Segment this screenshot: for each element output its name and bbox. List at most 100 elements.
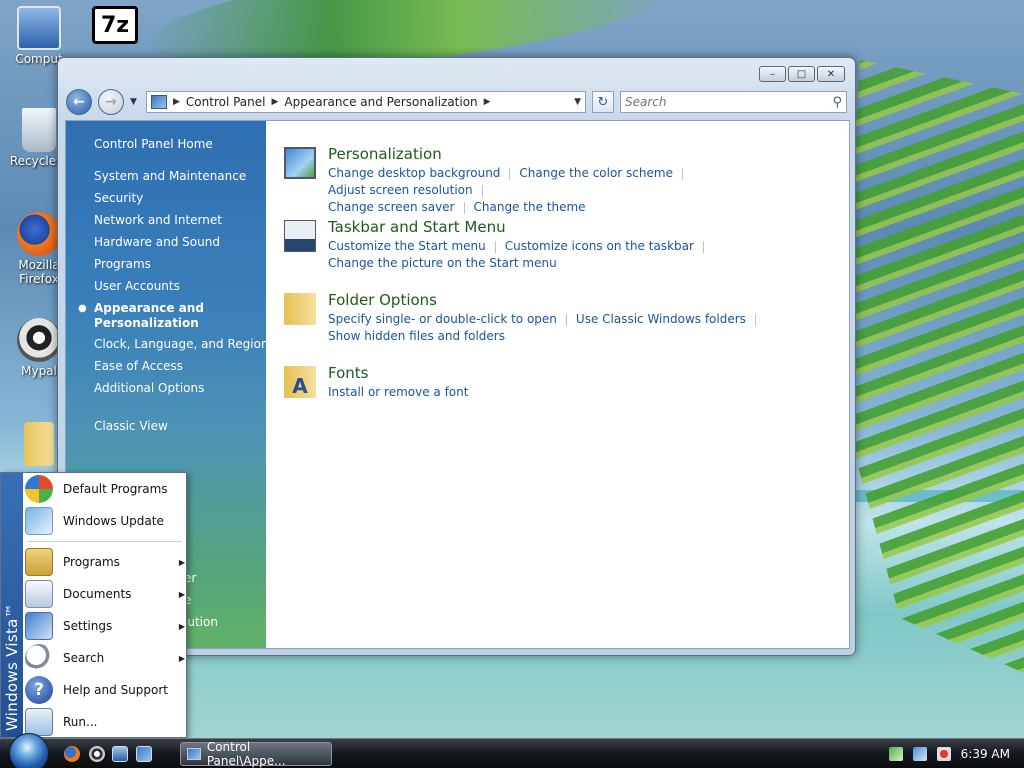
programs-icon (25, 548, 53, 576)
maximize-button[interactable]: □ (788, 66, 815, 82)
desktop-icon-label: Comput (15, 52, 63, 66)
fonts-icon: A (284, 366, 316, 398)
tray-volume-muted-icon[interactable] (936, 747, 951, 761)
start-item-windows-update[interactable]: Windows Update (25, 506, 185, 536)
start-item-run[interactable]: Run... (25, 707, 185, 737)
firefox-icon (17, 212, 61, 256)
control-panel-home-link[interactable]: Control Panel Home (94, 137, 213, 151)
quicklaunch-mypal-icon[interactable] (89, 746, 105, 762)
start-item-default-programs[interactable]: Default Programs (25, 474, 185, 504)
sidebar-item-appearance[interactable]: Appearance and Personalization (94, 301, 214, 331)
sidebar-item-hardware[interactable]: Hardware and Sound (94, 235, 220, 249)
window-controls: – □ ✕ (759, 66, 845, 82)
category-title[interactable]: Personalization (328, 145, 442, 163)
search-box: ⚲ (620, 91, 847, 113)
category-links: Specify single- or double-click to open U… (328, 311, 828, 345)
task-link[interactable]: Change the picture on the Start menu (328, 256, 557, 270)
task-link[interactable]: Use Classic Windows folders (576, 312, 746, 326)
sidebar-item-network[interactable]: Network and Internet (94, 213, 222, 227)
navigation-bar: ← → ▼ ▶ Control Panel ▶ Appearance and P… (66, 89, 847, 115)
taskbar: Control Panel\Appe... 6:39 AM (0, 733, 1024, 768)
task-link[interactable]: Show hidden files and folders (328, 329, 505, 343)
sidebar-item-system[interactable]: System and Maintenance (94, 169, 246, 183)
active-bullet-icon: ● (78, 303, 87, 314)
taskbar-button-control-panel[interactable]: Control Panel\Appe... (180, 740, 332, 768)
chevron-right-icon[interactable]: ▶ (484, 97, 491, 107)
task-link[interactable]: Install or remove a font (328, 385, 468, 399)
category-links: Customize the Start menu Customize icons … (328, 238, 828, 272)
chevron-right-icon[interactable]: ▶ (272, 97, 279, 107)
control-panel-icon (151, 95, 167, 109)
task-link[interactable]: Change the theme (474, 200, 586, 214)
search-icon (25, 644, 53, 672)
category-title[interactable]: Fonts (328, 364, 368, 382)
quicklaunch-firefox-icon[interactable] (64, 746, 80, 762)
quicklaunch-window-switcher-icon[interactable] (136, 746, 152, 762)
submenu-arrow-icon: ▶ (178, 653, 185, 663)
folder-icon (24, 422, 54, 466)
breadcrumb-appearance[interactable]: Appearance and Personalization (284, 95, 477, 109)
category-list: Personalization Change desktop backgroun… (266, 121, 849, 648)
search-input[interactable] (625, 95, 833, 109)
category-links: Change desktop background Change the colo… (328, 165, 828, 216)
task-link[interactable]: Customize icons on the taskbar (505, 239, 694, 253)
control-panel-icon (187, 748, 201, 760)
forward-button[interactable]: → (98, 89, 124, 115)
search-icon[interactable]: ⚲ (832, 95, 842, 110)
close-button[interactable]: ✕ (817, 66, 845, 82)
start-item-documents[interactable]: Documents ▶ (25, 579, 185, 609)
settings-icon (25, 612, 53, 640)
taskbar-icon (284, 220, 316, 252)
clock[interactable]: 6:39 AM (961, 747, 1010, 761)
desktop-icon-label: Mypal (21, 364, 57, 378)
recent-pages-dropdown[interactable]: ▼ (130, 97, 140, 107)
recycle-bin-icon (22, 108, 56, 152)
quicklaunch-desktop-icon[interactable] (112, 746, 128, 762)
address-bar[interactable]: ▶ Control Panel ▶ Appearance and Persona… (146, 91, 586, 113)
system-tray: 6:39 AM (879, 739, 1024, 768)
submenu-arrow-icon: ▶ (178, 557, 185, 567)
windows-update-icon (25, 507, 53, 535)
address-dropdown-icon[interactable]: ▼ (574, 97, 581, 107)
sidebar-item-ease-of-access[interactable]: Ease of Access (94, 359, 183, 373)
start-item-help[interactable]: ? Help and Support (25, 675, 185, 705)
category-title[interactable]: Taskbar and Start Menu (328, 218, 506, 236)
start-item-settings[interactable]: Settings ▶ (25, 611, 185, 641)
sidebar-see-also-link[interactable]: lution (184, 615, 218, 629)
start-orb-button[interactable] (9, 733, 49, 768)
task-link[interactable]: Specify single- or double-click to open (328, 312, 557, 326)
category-links: Install or remove a font (328, 384, 828, 401)
sidebar-item-clock[interactable]: Clock, Language, and Region (94, 337, 269, 351)
sidebar-item-security[interactable]: Security (94, 191, 143, 205)
task-link[interactable]: Adjust screen resolution (328, 183, 473, 197)
tray-update-icon[interactable] (888, 747, 903, 761)
computer-icon (17, 6, 61, 50)
start-item-programs[interactable]: Programs ▶ (25, 547, 185, 577)
personalization-icon (284, 147, 316, 179)
task-link[interactable]: Customize the Start menu (328, 239, 486, 253)
start-item-search[interactable]: Search ▶ (25, 643, 185, 673)
default-programs-icon (25, 475, 53, 503)
minimize-button[interactable]: – (759, 66, 786, 82)
desktop-icon-label: Mozilla Firefox (18, 258, 60, 286)
sidebar-item-user-accounts[interactable]: User Accounts (94, 279, 180, 293)
windows-vista-logo-text: Windows Vista™ (3, 603, 21, 731)
submenu-arrow-icon: ▶ (178, 589, 185, 599)
desktop-icon-7zip[interactable]: 7z (80, 6, 150, 46)
category-title[interactable]: Folder Options (328, 291, 437, 309)
submenu-arrow-icon: ▶ (178, 621, 185, 631)
back-button[interactable]: ← (66, 89, 92, 115)
documents-icon (25, 580, 53, 608)
mypal-icon (17, 318, 61, 362)
sidebar-item-additional[interactable]: Additional Options (94, 381, 204, 395)
sidebar-item-programs[interactable]: Programs (94, 257, 151, 271)
7zip-icon: 7z (92, 6, 138, 44)
task-link[interactable]: Change screen saver (328, 200, 455, 214)
task-link[interactable]: Change desktop background (328, 166, 500, 180)
refresh-button[interactable]: ↻ (592, 91, 614, 113)
tray-network-icon[interactable] (912, 747, 927, 761)
help-icon: ? (25, 676, 53, 704)
task-link[interactable]: Change the color scheme (519, 166, 673, 180)
breadcrumb-control-panel[interactable]: Control Panel (186, 95, 266, 109)
classic-view-link[interactable]: Classic View (94, 419, 168, 433)
